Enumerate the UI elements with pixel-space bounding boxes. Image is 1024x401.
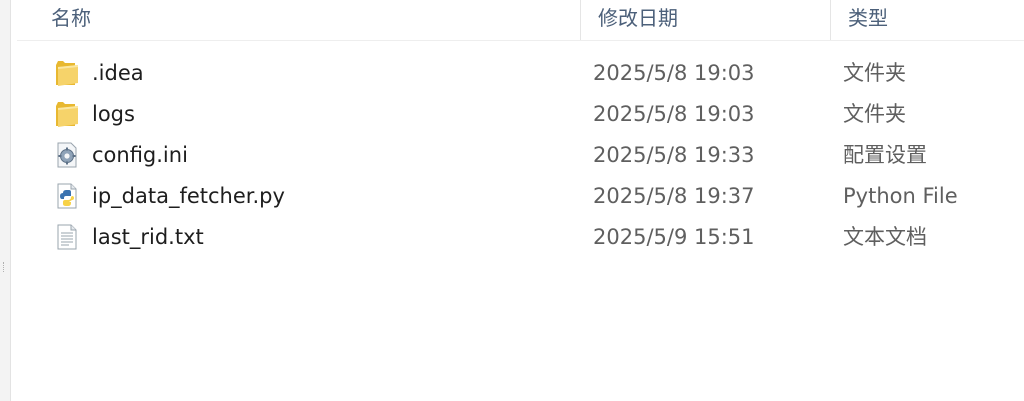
file-date-modified: 2025/5/8 19:03 [593, 61, 755, 85]
text-document-icon [55, 223, 79, 251]
python-file-icon [55, 182, 79, 210]
file-date-modified: 2025/5/8 19:03 [593, 102, 755, 126]
file-row-last-rid[interactable]: last_rid.txt 2025/5/9 15:51 文本文档 [17, 217, 1024, 258]
file-explorer-window: 名称 修改日期 类型 .idea 2025/5/8 19:03 文件夹 logs… [0, 0, 1024, 401]
file-type: 文件夹 [843, 102, 906, 126]
folder-icon [55, 59, 79, 87]
folder-icon [55, 100, 79, 128]
file-date-modified: 2025/5/8 19:37 [593, 184, 755, 208]
navigation-pane-edge[interactable] [0, 0, 11, 401]
file-row-idea[interactable]: .idea 2025/5/8 19:03 文件夹 [17, 53, 1024, 94]
column-header-name[interactable]: 名称 [17, 0, 580, 40]
file-date-modified: 2025/5/9 15:51 [593, 225, 755, 249]
file-type: 文件夹 [843, 61, 906, 85]
file-row-ip-data-fetcher[interactable]: ip_data_fetcher.py 2025/5/8 19:37 Python… [17, 176, 1024, 217]
column-header-bar: 名称 修改日期 类型 [17, 0, 1024, 41]
file-type: 文本文档 [843, 225, 927, 249]
file-list: .idea 2025/5/8 19:03 文件夹 logs 2025/5/8 1… [17, 53, 1024, 258]
file-name: logs [92, 102, 135, 126]
file-type: Python File [843, 184, 958, 208]
column-header-type[interactable]: 类型 [830, 0, 1024, 40]
file-row-logs[interactable]: logs 2025/5/8 19:03 文件夹 [17, 94, 1024, 135]
config-settings-icon [55, 141, 79, 169]
column-header-date-modified[interactable]: 修改日期 [580, 0, 830, 40]
file-type: 配置设置 [843, 143, 927, 167]
file-date-modified: 2025/5/8 19:33 [593, 143, 755, 167]
file-name: ip_data_fetcher.py [92, 184, 285, 208]
resize-grip[interactable] [3, 262, 6, 272]
file-name: .idea [92, 61, 144, 85]
file-name: last_rid.txt [92, 225, 204, 249]
file-row-config[interactable]: config.ini 2025/5/8 19:33 配置设置 [17, 135, 1024, 176]
file-name: config.ini [92, 143, 188, 167]
